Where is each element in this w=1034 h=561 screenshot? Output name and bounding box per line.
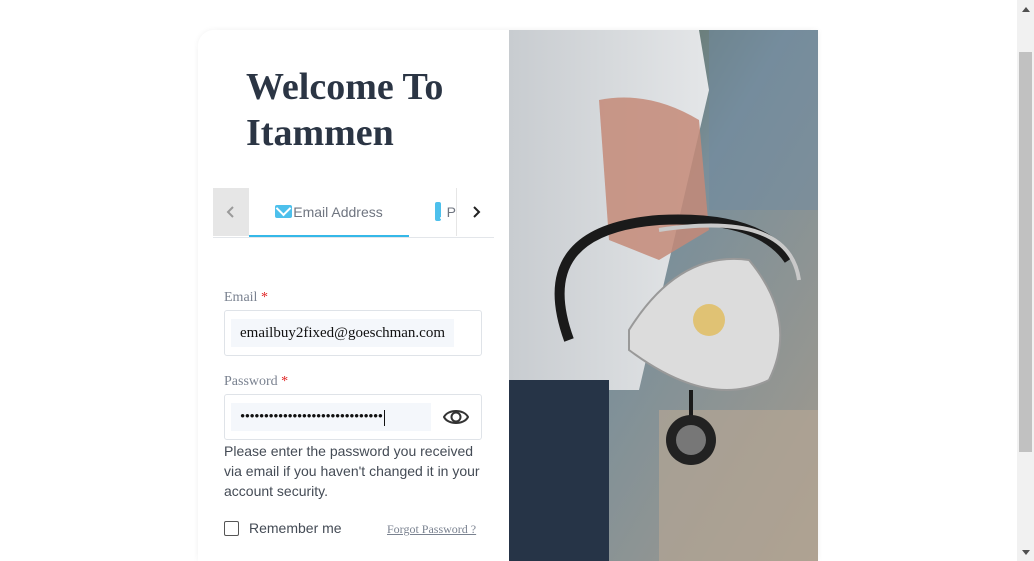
password-field[interactable]: •••••••••••••••••••••••••••••• (224, 394, 482, 440)
password-dots: •••••••••••••••••••••••••••••• (240, 409, 383, 425)
required-marker: * (281, 374, 289, 389)
login-panel: Welcome To Itammen Email Address P Email… (198, 30, 509, 561)
text-cursor (383, 409, 385, 426)
vertical-scrollbar[interactable] (1017, 0, 1034, 561)
tab-email-address[interactable]: Email Address (249, 188, 409, 237)
arrow-up-icon (1021, 6, 1030, 12)
page-title: Welcome To Itammen (246, 66, 444, 154)
login-method-tabs: Email Address P (213, 188, 495, 238)
email-value: emailbuy2fixed@goeschman.com (231, 319, 455, 347)
eye-icon[interactable] (443, 406, 469, 428)
scrollbar-thumb[interactable] (1019, 52, 1032, 452)
remember-me[interactable]: Remember me (224, 520, 342, 536)
email-label-text: Email (224, 290, 258, 305)
scroll-down-button[interactable] (1017, 544, 1034, 561)
forgot-password-link[interactable]: Forgot Password ? (387, 522, 476, 537)
tabs-prev-button[interactable] (213, 188, 249, 236)
password-help-text: Please enter the password you received v… (224, 443, 480, 499)
tab-email-label: Email Address (293, 203, 383, 220)
doctor-with-stethoscope-image (509, 30, 818, 561)
scroll-up-button[interactable] (1017, 0, 1034, 17)
envelope-icon (275, 205, 293, 218)
arrow-down-icon (1021, 549, 1030, 555)
password-label: Password * (224, 374, 288, 390)
login-card: Welcome To Itammen Email Address P Email… (198, 30, 818, 561)
email-label: Email * (224, 290, 268, 306)
tab-phone[interactable]: P (409, 188, 456, 235)
password-label-text: Password (224, 374, 278, 389)
remember-me-checkbox[interactable] (224, 520, 239, 536)
hero-photo (509, 30, 818, 561)
email-field[interactable]: emailbuy2fixed@goeschman.com (224, 310, 482, 356)
mobile-phone-icon (435, 202, 443, 221)
chevron-left-icon (226, 206, 234, 218)
required-marker: * (260, 290, 268, 305)
remember-me-label: Remember me (249, 520, 342, 536)
chevron-right-icon (473, 206, 481, 218)
tab-phone-label: P (446, 203, 456, 220)
tabs-next-button[interactable] (456, 188, 495, 236)
password-value: •••••••••••••••••••••••••••••• (231, 403, 431, 431)
